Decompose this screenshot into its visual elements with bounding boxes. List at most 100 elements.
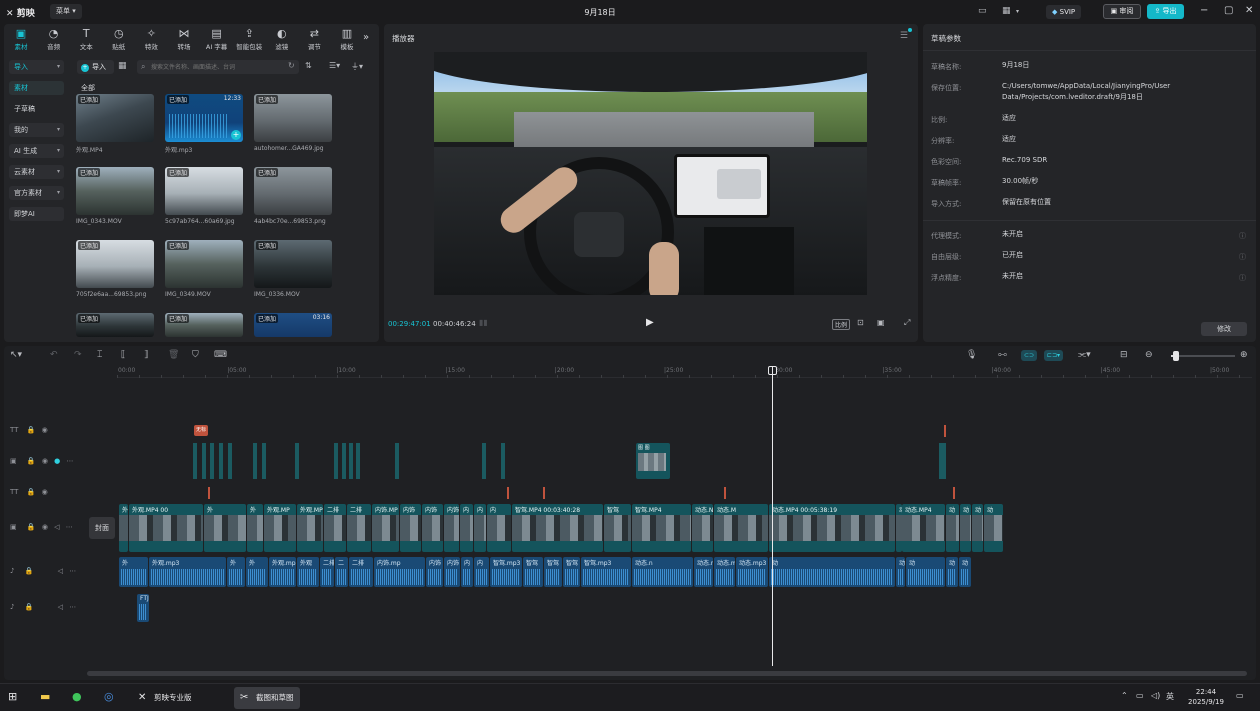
more-tabs-icon[interactable]: »	[363, 32, 369, 43]
image-clip[interactable]	[262, 443, 266, 479]
audio-clip[interactable]: 内饰	[444, 557, 460, 587]
video-clip[interactable]: 外	[119, 504, 128, 552]
audio-clip[interactable]: 智驾.mp3	[490, 557, 522, 587]
lock-icon[interactable]: 🔒	[27, 426, 36, 434]
audio-clip[interactable]: 外观	[297, 557, 319, 587]
tab-sticker[interactable]: ◷ 贴纸	[103, 27, 135, 51]
lock-icon[interactable]: 🔒	[27, 457, 36, 465]
media-thumbnail[interactable]: 已添加	[76, 313, 154, 337]
fit-icon[interactable]: ⊟	[1120, 350, 1128, 360]
video-clip[interactable]: 外观.MP4 00	[129, 504, 203, 552]
image-clip[interactable]	[349, 443, 353, 479]
text-marker[interactable]	[208, 487, 210, 499]
audio-clip[interactable]: 内	[474, 557, 489, 587]
audio-clip[interactable]: 动态.mp3	[896, 557, 905, 587]
more-icon[interactable]: ⋯	[69, 603, 76, 611]
sidebar-item[interactable]: 官方素材 ▾	[9, 186, 64, 200]
lock-icon[interactable]: 🔒	[25, 567, 34, 575]
text-marker[interactable]	[543, 487, 545, 499]
fullscreen-icon[interactable]: ⤢	[904, 318, 910, 328]
video-preview[interactable]	[434, 52, 867, 295]
notification-icon[interactable]: ▭	[1236, 691, 1244, 700]
lock-icon[interactable]: 🔒	[27, 488, 36, 496]
file-explorer-icon[interactable]: ▬	[40, 690, 50, 703]
zoom-out-icon[interactable]: ⊖	[1145, 350, 1153, 360]
audio-clip[interactable]: 外	[119, 557, 148, 587]
more-icon[interactable]: ⋯	[69, 567, 76, 575]
video-clip[interactable]: 动	[972, 504, 983, 552]
sidebar-item[interactable]: 即梦AI	[9, 207, 64, 221]
audio-clip[interactable]: 智驾.mp3	[581, 557, 631, 587]
image-clip[interactable]	[939, 443, 946, 479]
sidebar-item[interactable]: 导入 ▾	[9, 60, 64, 74]
audio-clip[interactable]: 二排	[320, 557, 334, 587]
volume-icon[interactable]: ◁)	[1151, 691, 1160, 700]
media-thumbnail[interactable]: 已添加	[76, 167, 154, 215]
lock-icon[interactable]: 🔒	[27, 523, 36, 531]
more-icon[interactable]: ⋯	[67, 457, 74, 465]
layout-icon[interactable]: ▭	[978, 6, 987, 16]
link-icon[interactable]: ⧟	[998, 350, 1007, 360]
split-left-icon[interactable]: ⟦	[121, 350, 125, 360]
ratio-button[interactable]: 比例	[832, 319, 851, 330]
audio-clip[interactable]: 动态.n	[632, 557, 693, 587]
audio-clip[interactable]: 外观.mp3	[269, 557, 296, 587]
image-clip[interactable]	[219, 443, 223, 479]
zoom-slider[interactable]	[1171, 355, 1235, 357]
select-tool-icon[interactable]: ↖▾	[10, 350, 22, 360]
add-to-track-button[interactable]: +	[231, 130, 241, 140]
media-thumbnail[interactable]: 已添加	[254, 240, 332, 288]
taskbar-task[interactable]: ✕ 剪映专业版	[132, 687, 198, 709]
sidebar-item[interactable]: 子草稿	[9, 102, 64, 116]
info-icon[interactable]: ⓘ	[1239, 252, 1246, 262]
zoom-in-icon[interactable]: ⊕	[1240, 350, 1248, 360]
tab-smart-pack[interactable]: ⇪ 智能包装	[233, 27, 265, 51]
grid-view-icon[interactable]: ▦	[118, 61, 127, 71]
tab-filter[interactable]: ◐ 滤镜	[266, 27, 298, 51]
cover-button[interactable]: 封面	[89, 517, 115, 539]
maximize-icon[interactable]: ▢	[1224, 5, 1233, 16]
chevron-up-icon[interactable]: ⌃	[1121, 691, 1128, 700]
minimize-icon[interactable]: −	[1200, 5, 1208, 16]
marker-icon[interactable]: ⛉	[192, 350, 199, 360]
microphone-icon[interactable]: 🎙	[966, 350, 977, 360]
video-clip[interactable]: 智驾	[604, 504, 631, 552]
video-clip[interactable]: 外观.MP	[264, 504, 296, 552]
video-clip[interactable]: 动态.MP4 00:05:38:19	[769, 504, 895, 552]
quality-icon[interactable]: ▣	[877, 318, 885, 327]
delete-icon[interactable]: 🗑	[168, 350, 179, 360]
speaker-icon[interactable]: ◁	[54, 523, 59, 531]
image-clip[interactable]	[253, 443, 257, 479]
video-clip[interactable]: 内	[487, 504, 511, 552]
image-clip[interactable]	[193, 443, 197, 479]
system-clock[interactable]: 22:44 2025/9/19	[1188, 687, 1224, 707]
audio-clip[interactable]: 二	[335, 557, 348, 587]
export-button[interactable]: ⇪ 导出	[1147, 4, 1184, 19]
video-clip[interactable]: 动	[984, 504, 1003, 552]
media-thumbnail[interactable]: 已添加	[165, 167, 243, 215]
browser-icon[interactable]: ◎	[104, 690, 114, 703]
image-clip[interactable]	[202, 443, 206, 479]
video-clip[interactable]: 外观.MP	[297, 504, 323, 552]
audio-clip[interactable]: 二排	[349, 557, 373, 587]
video-clip[interactable]: 动态.MP4	[902, 504, 945, 552]
media-thumbnail[interactable]: 已添加	[165, 313, 243, 337]
sidebar-item[interactable]: AI 生成 ▾	[9, 144, 64, 158]
eye-icon[interactable]: ◉	[42, 457, 48, 465]
speaker-icon[interactable]: ◁	[58, 567, 63, 575]
audio-clip[interactable]: 动	[946, 557, 958, 587]
audio-clip[interactable]: 智驾	[544, 557, 562, 587]
eye-icon[interactable]: ◉	[42, 488, 48, 496]
tab-adjust[interactable]: ⇄ 调节	[298, 27, 330, 51]
wechat-icon[interactable]: ●	[72, 690, 82, 703]
video-clip[interactable]: 内饰.MP	[372, 504, 399, 552]
ime-indicator[interactable]: 英	[1166, 691, 1174, 702]
audio-clip[interactable]: 外	[246, 557, 268, 587]
tab-audio[interactable]: ◔ 音频	[38, 27, 70, 51]
audio-clip[interactable]: 外	[227, 557, 245, 587]
undo-icon[interactable]: ↶	[50, 350, 58, 360]
video-clip[interactable]: 内饰	[422, 504, 443, 552]
text-marker[interactable]	[953, 487, 955, 499]
video-clip[interactable]: 智驾.MP4	[632, 504, 691, 552]
sort-icon[interactable]: ⇅	[305, 61, 312, 70]
